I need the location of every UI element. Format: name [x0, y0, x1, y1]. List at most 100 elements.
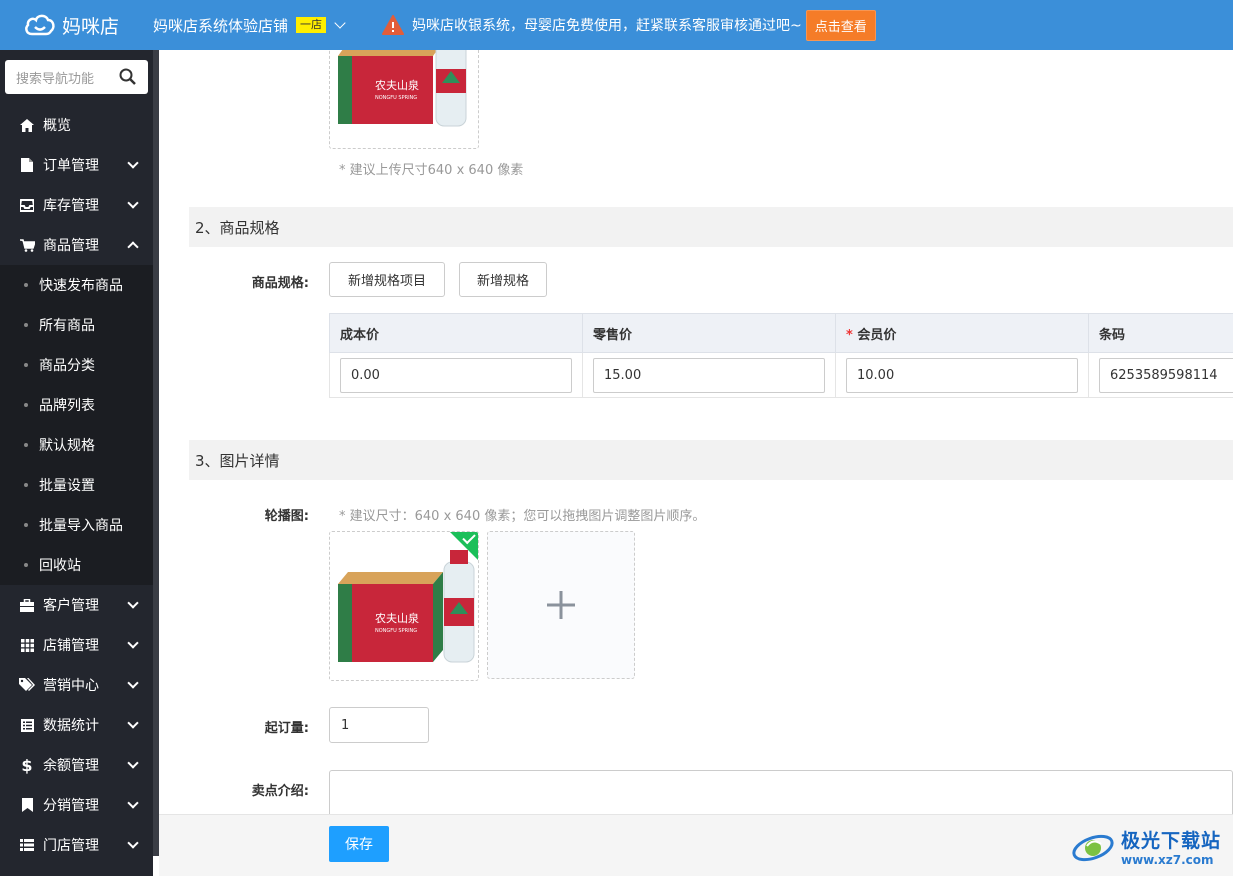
store-switcher[interactable]: 妈咪店系统体验店铺 一店	[153, 15, 346, 36]
briefcase-icon	[19, 597, 35, 613]
product-brand-text: 农夫山泉	[375, 611, 419, 625]
col-retail-price: 零售价	[582, 313, 836, 353]
sidebar-item-statistics[interactable]: 数据统计	[0, 705, 153, 745]
save-button[interactable]: 保存	[329, 826, 389, 862]
view-notice-button[interactable]: 点击查看	[805, 9, 876, 41]
submenu-recycle-bin[interactable]: 回收站	[0, 545, 153, 585]
sidebar-item-label: 分销管理	[43, 798, 99, 814]
sidebar-item-label: 客户管理	[43, 598, 99, 614]
sidebar-item-overview[interactable]: 概览	[0, 105, 153, 145]
table-header-row: 成本价 零售价 * 会员价 条码	[329, 313, 1233, 353]
sidebar-item-balance[interactable]: $ 余额管理	[0, 745, 153, 785]
selling-point-label: 卖点介绍:	[251, 784, 309, 799]
submenu-batch-import[interactable]: 批量导入商品	[0, 505, 153, 545]
search-placeholder: 搜索导航功能	[16, 71, 95, 87]
sidebar-item-products[interactable]: 商品管理	[0, 225, 153, 265]
logo-text: 妈咪店	[62, 15, 120, 38]
product-main-image[interactable]: 农夫山泉 NONGFU SPRING	[329, 50, 479, 149]
sidebar-item-label: 余额管理	[43, 758, 99, 774]
col-cost-price: 成本价	[329, 313, 583, 353]
notice-text: 妈咪店收银系统，母婴店免费使用，赶紧联系客服审核通过吧~	[412, 18, 802, 34]
submenu-categories[interactable]: 商品分类	[0, 345, 153, 385]
chevron-down-icon	[127, 797, 139, 809]
section-specs-title: 2、商品规格	[189, 207, 1233, 247]
search-icon[interactable]	[119, 68, 136, 85]
submenu-batch-settings[interactable]: 批量设置	[0, 465, 153, 505]
min-order-input[interactable]: 1	[329, 707, 429, 743]
list-icon	[19, 717, 35, 733]
table-icon	[19, 837, 35, 853]
sidebar-item-label: 概览	[43, 118, 71, 134]
sidebar-item-label: 营销中心	[43, 678, 99, 694]
sidebar-item-label: 商品管理	[43, 238, 99, 254]
chevron-down-icon	[127, 597, 139, 609]
member-cell	[835, 352, 1089, 398]
watermark: 极光下载站 www.xz7.com	[1071, 821, 1231, 871]
sidebar-item-inventory[interactable]: 库存管理	[0, 185, 153, 225]
submenu-default-specs[interactable]: 默认规格	[0, 425, 153, 465]
home-icon	[19, 117, 35, 133]
chevron-down-icon	[334, 16, 346, 29]
add-image-button[interactable]	[487, 531, 635, 679]
product-brand-text: 农夫山泉	[375, 78, 419, 92]
logo[interactable]: 妈咪店	[0, 0, 153, 50]
barcode-cell	[1088, 352, 1233, 398]
nav-search-input[interactable]: 搜索导航功能	[5, 60, 148, 94]
bookmark-icon	[19, 797, 35, 813]
cost-price-input[interactable]	[340, 357, 572, 393]
spec-label: 商品规格:	[251, 276, 309, 291]
sidebar-item-label: 门店管理	[43, 838, 99, 854]
member-price-header: 会员价	[857, 327, 897, 343]
submenu-quick-publish[interactable]: 快速发布商品	[0, 265, 153, 305]
inbox-icon	[19, 197, 35, 213]
plus-icon	[547, 591, 575, 619]
tag-icon	[19, 677, 35, 693]
sidebar-item-customers[interactable]: 客户管理	[0, 585, 153, 625]
chevron-down-icon	[127, 157, 139, 169]
cart-icon	[19, 237, 35, 253]
product-brand-en-text: NONGFU SPRING	[375, 628, 417, 634]
watermark-title: 极光下载站	[1121, 829, 1222, 852]
warning-icon	[382, 15, 405, 35]
chevron-down-icon	[127, 757, 139, 769]
chevron-down-icon	[127, 677, 139, 689]
submenu-brands[interactable]: 品牌列表	[0, 385, 153, 425]
top-bar: 妈咪店 妈咪店系统体验店铺 一店 妈咪店收银系统，母婴店免费使用，赶紧联系客服审…	[0, 0, 1233, 50]
watermark-url: www.xz7.com	[1121, 852, 1214, 867]
form-footer: 保存 极光下载站 www.xz7.com	[159, 814, 1233, 876]
sidebar-item-marketing[interactable]: 营销中心	[0, 665, 153, 705]
sidebar: 搜索导航功能 概览 订单管理 库存管理 商品管理 快速发布商品 所有商品 商品分…	[0, 50, 153, 876]
table-row	[329, 352, 1233, 398]
required-mark: *	[846, 327, 853, 343]
min-order-label: 起订量:	[264, 721, 309, 736]
retail-price-input[interactable]	[593, 357, 825, 393]
watermark-logo-icon	[1072, 834, 1114, 862]
store-name: 妈咪店系统体验店铺	[153, 16, 289, 35]
chevron-down-icon	[127, 717, 139, 729]
member-price-input[interactable]	[846, 357, 1078, 393]
product-brand-en-text: NONGFU SPRING	[375, 95, 417, 101]
sidebar-item-label: 订单管理	[43, 158, 99, 174]
sidebar-item-distribution[interactable]: 分销管理	[0, 785, 153, 825]
watermark-text: 极光下载站 www.xz7.com	[1121, 826, 1221, 867]
carousel-hint: * 建议尺寸：640 x 640 像素；您可以拖拽图片调整图片顺序。	[339, 509, 706, 524]
sidebar-item-stores[interactable]: 店铺管理	[0, 625, 153, 665]
barcode-input[interactable]	[1099, 357, 1233, 393]
sidebar-item-label: 店铺管理	[43, 638, 99, 654]
retail-cell	[582, 352, 836, 398]
add-spec-button[interactable]: 新增规格	[459, 262, 547, 297]
sidebar-item-branch-stores[interactable]: 门店管理	[0, 825, 153, 865]
nav-menu: 概览 订单管理 库存管理 商品管理 快速发布商品 所有商品 商品分类 品牌列表 …	[0, 105, 153, 865]
submenu-all-products[interactable]: 所有商品	[0, 305, 153, 345]
cloud-smile-icon	[25, 14, 55, 36]
col-barcode: 条码	[1088, 313, 1233, 353]
sidebar-item-label: 数据统计	[43, 718, 99, 734]
sidebar-item-orders[interactable]: 订单管理	[0, 145, 153, 185]
carousel-image[interactable]: 农夫山泉 NONGFU SPRING	[329, 531, 479, 681]
chevron-down-icon	[127, 637, 139, 649]
add-spec-item-button[interactable]: 新增规格项目	[329, 262, 445, 297]
notice: 妈咪店收银系统，母婴店免费使用，赶紧联系客服审核通过吧~ 点击查看	[382, 9, 876, 41]
grid-icon	[19, 637, 35, 653]
sidebar-item-label: 库存管理	[43, 198, 99, 214]
main-content: 农夫山泉 NONGFU SPRING * 建议上传尺寸640 x 640 像素 …	[159, 50, 1233, 876]
